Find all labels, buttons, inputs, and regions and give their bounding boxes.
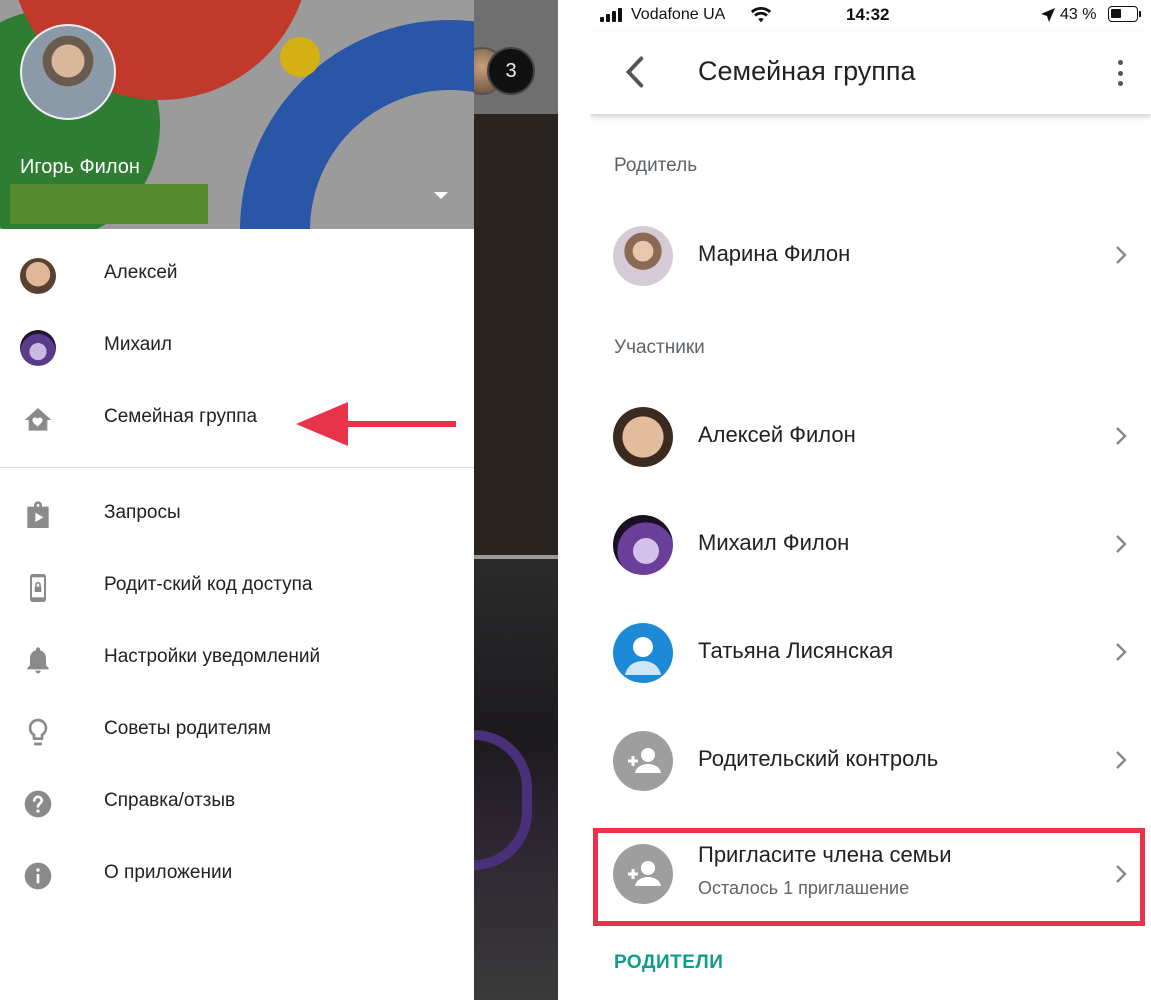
member-name: Михаил Филон (698, 530, 850, 555)
navigation-drawer-screen: 3 Игорь Филон Алексей Михаил Семейная гр… (0, 0, 558, 1000)
status-time: 14:32 (846, 5, 890, 24)
drawer-item-notification-settings[interactable]: Настройки уведомлений (0, 624, 474, 696)
member-row-mikhail[interactable]: Михаил Филон (590, 500, 1151, 590)
chevron-right-icon (1116, 751, 1127, 769)
member-name: Марина Филон (698, 241, 851, 266)
drawer-item-parent-tips[interactable]: Советы родителям (0, 696, 474, 768)
location-arrow-icon (1041, 8, 1055, 22)
section-header-parent: Родитель (614, 155, 698, 176)
phone-lock-icon (20, 570, 56, 606)
parents-section-link[interactable]: РОДИТЕЛИ (614, 952, 723, 974)
avatar (613, 407, 673, 467)
ios-status-bar: Vodafone UA 14:32 43 % (590, 0, 1151, 32)
red-arrow-annotation (296, 402, 456, 446)
chevron-right-icon (1116, 246, 1127, 264)
drawer-item-label: Алексей (104, 262, 178, 283)
navigation-drawer: Игорь Филон Алексей Михаил Семейная груп… (0, 0, 474, 1000)
default-person-avatar-icon (613, 623, 673, 683)
drawer-item-alexey[interactable]: Алексей (0, 240, 474, 312)
app-bar: Семейная группа (590, 32, 1151, 114)
dimmed-background[interactable]: 3 (474, 0, 558, 1000)
battery-icon (1108, 6, 1141, 22)
help-icon (20, 786, 56, 822)
avatar (20, 330, 56, 366)
drawer-item-label: Справка/отзыв (104, 790, 236, 811)
avatar (613, 515, 673, 575)
member-name: Алексей Филон (698, 422, 856, 447)
member-row-parental-control[interactable]: Родительский контроль (590, 716, 1151, 806)
page-title: Семейная группа (698, 56, 916, 86)
drawer-item-label: Семейная группа (104, 406, 258, 427)
member-name: Татьяна Лисянская (698, 638, 894, 663)
drawer-item-mikhail[interactable]: Михаил (0, 312, 474, 384)
drawer-item-label: Родит-ский код доступа (104, 574, 313, 595)
drawer-item-about[interactable]: О приложении (0, 840, 474, 912)
member-name: Родительский контроль (698, 746, 939, 771)
member-row-alexey[interactable]: Алексей Филон (590, 392, 1151, 482)
info-icon (20, 858, 56, 894)
battery-percentage: 43 % (1060, 6, 1097, 23)
drawer-item-help-feedback[interactable]: Справка/отзыв (0, 768, 474, 840)
carrier-name: Vodafone UA (631, 6, 726, 23)
chevron-right-icon (1116, 535, 1127, 553)
lightbulb-icon (20, 714, 56, 750)
divider (0, 467, 474, 468)
more-options-icon[interactable] (1110, 56, 1130, 90)
profile-avatar[interactable] (20, 24, 116, 120)
play-bag-icon (20, 498, 56, 534)
red-highlight-annotation (593, 828, 1145, 926)
drawer-item-label: Михаил (104, 334, 172, 355)
chevron-right-icon (1116, 427, 1127, 445)
cellular-signal-icon (600, 8, 622, 22)
member-row-marina[interactable]: Марина Филон (590, 211, 1151, 301)
drawer-item-label: Настройки уведомлений (104, 646, 321, 667)
avatar (613, 226, 673, 286)
home-heart-icon (20, 402, 56, 438)
drawer-item-label: О приложении (104, 862, 233, 883)
add-person-icon (613, 731, 673, 791)
wifi-icon (750, 6, 772, 23)
drawer-item-requests[interactable]: Запросы (0, 480, 474, 552)
drawer-item-label: Запросы (104, 502, 181, 523)
bell-icon (20, 642, 56, 678)
drawer-header: Игорь Филон (0, 0, 474, 229)
family-group-screen: Vodafone UA 14:32 43 % Семейная группа Р… (590, 0, 1151, 1000)
account-email-redacted (10, 184, 208, 224)
drawer-item-label: Советы родителям (104, 718, 272, 739)
back-arrow-icon[interactable] (618, 54, 654, 90)
chevron-right-icon (1116, 643, 1127, 661)
avatar (20, 258, 56, 294)
account-switcher-caret-icon[interactable] (434, 192, 448, 199)
background-count-badge: 3 (487, 47, 535, 95)
section-header-members: Участники (614, 337, 705, 358)
profile-name: Игорь Филон (20, 156, 140, 178)
member-row-tatyana[interactable]: Татьяна Лисянская (590, 608, 1151, 698)
drawer-item-parent-access-code[interactable]: Родит-ский код доступа (0, 552, 474, 624)
